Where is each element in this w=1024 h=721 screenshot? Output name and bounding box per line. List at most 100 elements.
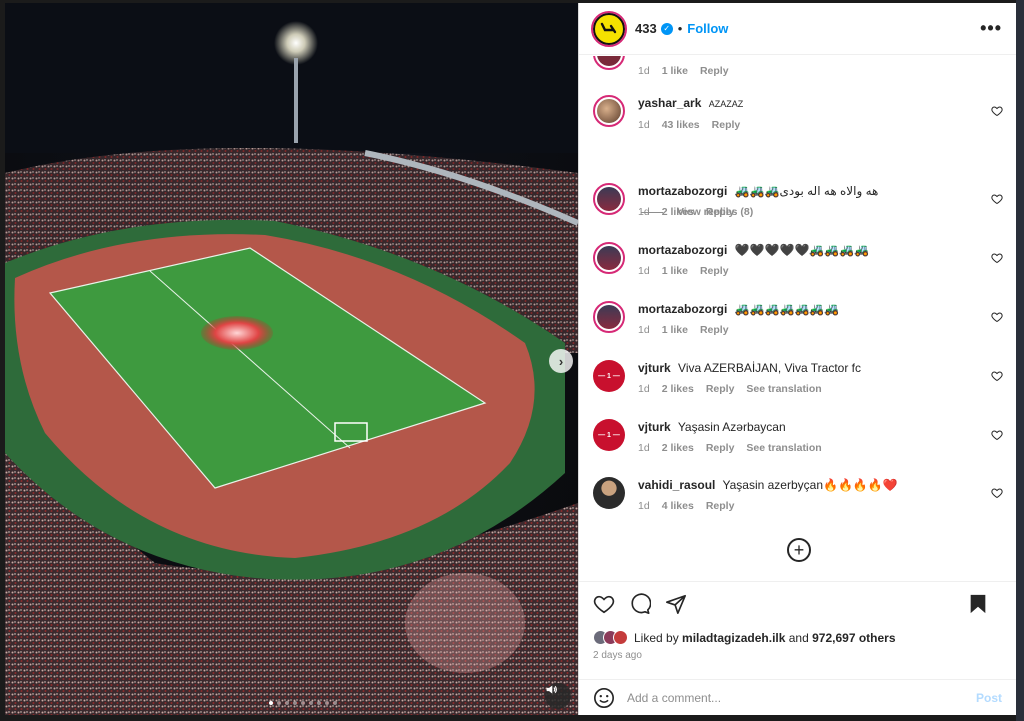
like-comment-heart-icon[interactable] [991,370,1003,382]
liker-avatar [613,630,628,645]
commenter-avatar[interactable] [593,301,625,333]
comments-list[interactable]: 1d 1 like Reply yashar_ark AZAZAZ 1d 43 … [579,56,1016,576]
comment-time: 1d [638,500,650,512]
commenter-avatar[interactable] [593,95,625,127]
reply-button[interactable]: Reply [706,500,735,512]
comment-likes[interactable]: 2 likes [662,206,694,218]
verified-badge-icon: ✓ [660,22,673,35]
see-translation-button[interactable]: See translation [746,383,821,395]
liked-by-prefix: Liked by [634,630,679,645]
post-panel: 433 ✓ • Follow ••• 1d 1 like Reply yasha… [578,3,1016,715]
likes-summary: Liked by miladtagizadeh.ilk and 972,697 … [593,630,1002,645]
comment-username[interactable]: vjturk [638,361,671,375]
add-comment-bar: Post [579,679,1016,715]
stadium-photo [5,3,578,715]
comment-username[interactable]: vahidi_rasoul [638,478,715,492]
comment-likes[interactable]: 43 likes [662,119,700,131]
comment-time: 1d [638,65,650,77]
likes-count[interactable]: 972,697 others [812,631,895,645]
carousel-dot [293,701,297,705]
reply-button[interactable]: Reply [700,265,729,277]
comment-item: mortazabozorgi 🖤🖤🖤🖤🖤🚜🚜🚜🚜 1d 1 like Reply [593,242,1003,277]
comment-likes[interactable]: 4 likes [662,500,694,512]
more-options-icon[interactable]: ••• [980,18,1002,39]
liked-by-and: and [788,630,809,645]
comment-item: — 1 — vjturk Yaşasin Azərbaycan 1d 2 lik… [593,419,1003,454]
comment-username[interactable]: mortazabozorgi [638,243,727,257]
bookmark-icon [970,594,986,614]
comment-item: — 1 — vjturk Viva AZERBAİJAN, Viva Tract… [593,360,1003,395]
mute-button[interactable] [545,683,571,709]
commenter-avatar[interactable] [593,242,625,274]
comment-text: Viva AZERBAİJAN, Viva Tractor fc [678,361,861,375]
save-post-button[interactable] [968,593,988,615]
comment-time: 1d [638,442,650,454]
commenter-avatar[interactable] [593,56,625,70]
comment-button[interactable] [629,593,651,615]
commenter-avatar[interactable] [593,183,625,215]
comment-time: 1d [638,206,650,218]
post-comment-button[interactable]: Post [976,691,1002,705]
carousel-dot [285,701,289,705]
post-timestamp: 2 days ago [593,650,642,661]
reply-button[interactable]: Reply [706,442,735,454]
commenter-avatar[interactable]: — 1 — [593,419,625,451]
comment-username[interactable]: vjturk [638,420,671,434]
like-post-button[interactable] [593,593,615,615]
reply-button[interactable]: Reply [700,65,729,77]
author-avatar[interactable] [591,10,627,47]
comment-text: Yaşasin Azərbaycan [677,420,786,434]
comment-text: 🚜🚜🚜هه والاه هه اله بودی [734,184,879,198]
comment-likes[interactable]: 1 like [662,324,688,336]
smiley-icon [594,687,614,708]
comment-input[interactable] [627,690,976,705]
comment-username[interactable]: mortazabozorgi [638,302,727,316]
share-button[interactable] [665,593,687,615]
heart-icon [593,595,615,614]
post-actions: Liked by miladtagizadeh.ilk and 972,697 … [579,581,1016,661]
comment-item: 1d 1 like Reply [593,56,1003,77]
reply-button[interactable]: Reply [700,324,729,336]
like-comment-heart-icon[interactable] [991,487,1003,499]
background-edge [1016,0,1024,721]
commenter-avatar[interactable] [593,477,625,509]
reply-button[interactable]: Reply [712,119,741,131]
carousel-dot [309,701,313,705]
next-image-button[interactable]: › [549,349,573,373]
comment-time: 1d [638,324,650,336]
like-comment-heart-icon[interactable] [991,311,1003,323]
comment-likes[interactable]: 1 like [662,265,688,277]
header-separator: • [677,21,683,36]
commenter-avatar[interactable]: — 1 — [593,360,625,392]
like-comment-heart-icon[interactable] [991,429,1003,441]
comment-text: Yaşasin azerbyçan🔥🔥🔥🔥❤️ [722,478,898,492]
carousel-dot [277,701,281,705]
follow-button[interactable]: Follow [687,21,728,36]
carousel-indicator [269,701,337,705]
like-comment-heart-icon[interactable] [991,105,1003,117]
carousel-dot [317,701,321,705]
author-username[interactable]: 433 [635,21,657,36]
reply-button[interactable]: Reply [706,383,735,395]
vjturk-logo-icon: — 1 — [598,431,620,439]
vjturk-logo-icon: — 1 — [598,372,620,380]
emoji-picker-button[interactable] [593,687,615,709]
comment-username[interactable]: mortazabozorgi [638,184,727,198]
load-more-comments-button[interactable]: + [787,538,811,562]
like-comment-heart-icon[interactable] [991,193,1003,205]
like-comment-heart-icon[interactable] [991,252,1003,264]
see-translation-button[interactable]: See translation [746,442,821,454]
comment-time: 1d [638,383,650,395]
comment-time: 1d [638,265,650,277]
post-media[interactable]: › [5,3,578,715]
comment-likes[interactable]: 1 like [662,65,688,77]
post-header: 433 ✓ • Follow ••• [579,3,1016,55]
comment-item: yashar_ark AZAZAZ 1d 43 likes Reply [593,95,1003,131]
comment-likes[interactable]: 2 likes [662,442,694,454]
liker-username[interactable]: miladtagizadeh.ilk [682,631,785,645]
reply-button[interactable]: Reply [706,206,735,218]
liker-avatars [593,630,628,645]
comment-text: AZAZAZ [708,99,744,109]
comment-username[interactable]: yashar_ark [638,96,701,110]
comment-likes[interactable]: 2 likes [662,383,694,395]
